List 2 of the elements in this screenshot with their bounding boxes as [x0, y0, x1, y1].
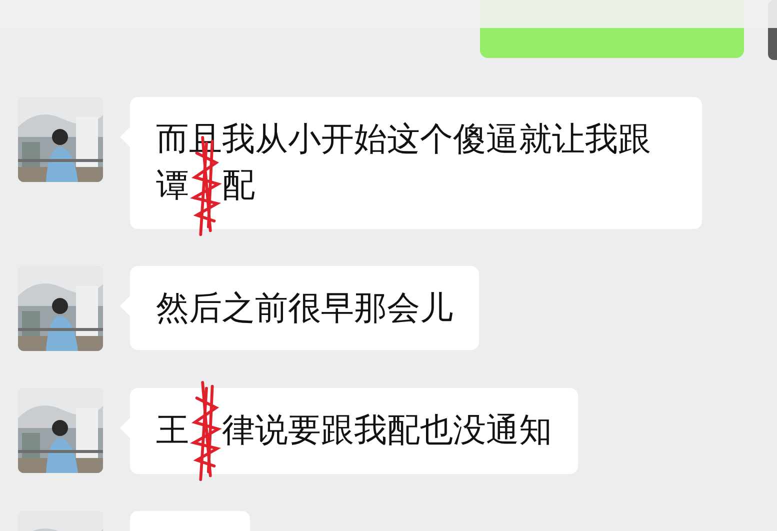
- message-text: 然后之前很早那会儿: [156, 288, 453, 327]
- message-text: 王 律说要跟我配也没通知: [156, 410, 552, 449]
